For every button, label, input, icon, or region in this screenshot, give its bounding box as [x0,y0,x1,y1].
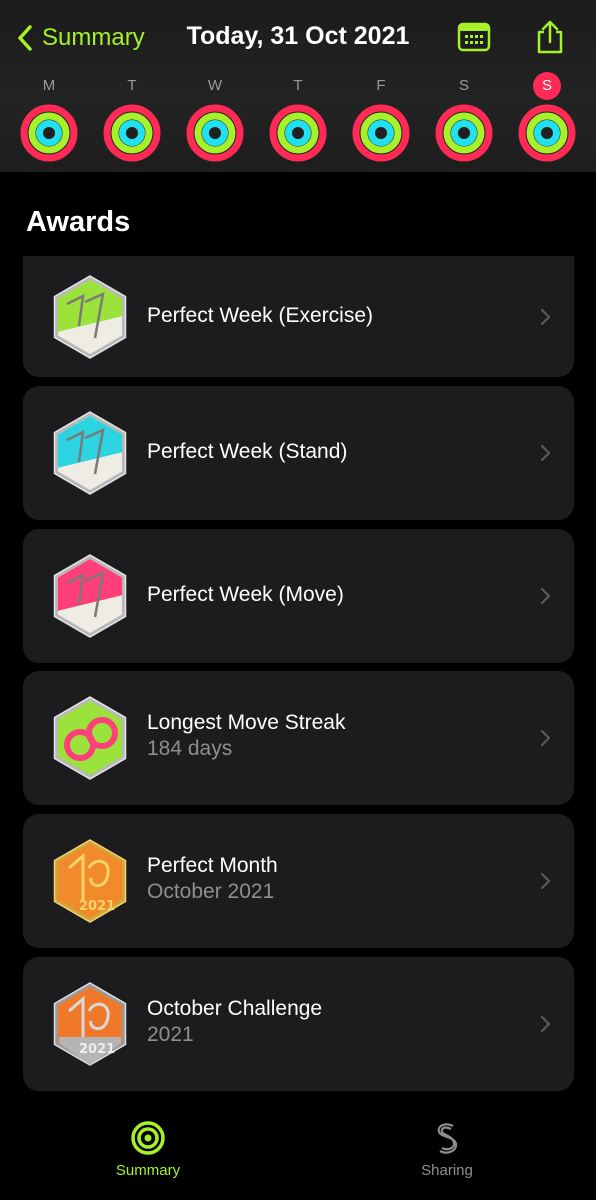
chevron-right-icon [540,1015,551,1033]
tab-sharing[interactable]: Sharing [387,1120,507,1179]
activity-ring-day-3[interactable] [269,104,327,162]
tab-bar: Summary Sharing [0,1100,596,1200]
weekday-3[interactable]: T [283,72,313,100]
activity-rings-row [0,104,596,164]
award-name: Perfect Week (Stand) [147,440,348,463]
tab-summary[interactable]: Summary [88,1120,208,1179]
header: Summary Today, 31 Oct 2021 MTWTFSS [0,0,596,172]
svg-text:2021: 2021 [79,1042,115,1057]
calendar-button[interactable] [454,18,494,56]
activity-ring-day-0[interactable] [20,104,78,162]
award-card[interactable]: 2021 October Challenge 2021 [23,957,574,1091]
longest-move-streak-badge-icon [53,696,127,780]
weekday-0[interactable]: M [34,72,64,100]
share-button[interactable] [530,18,570,56]
award-subtitle: October 2021 [147,880,275,903]
award-name: Perfect Month [147,854,278,877]
award-card[interactable]: Perfect Week (Exercise) [23,256,574,377]
chevron-right-icon [540,587,551,605]
award-subtitle: 184 days [147,737,233,760]
weekday-4[interactable]: F [366,72,396,100]
award-card[interactable]: Perfect Week (Move) [23,529,574,663]
perfect-week-exercise-badge-icon [53,274,127,359]
award-card[interactable]: Perfect Week (Stand) [23,386,574,520]
award-subtitle: 2021 [147,1023,194,1046]
perfect-month-badge-icon: 2021 [53,839,127,923]
award-card[interactable]: 2021 Perfect Month October 2021 [23,814,574,948]
award-card[interactable]: Longest Move Streak 184 days [23,671,574,805]
activity-ring-day-1[interactable] [103,104,161,162]
chevron-right-icon [540,308,551,325]
activity-ring-day-5[interactable] [435,104,493,162]
page-title: Today, 31 Oct 2021 [186,22,410,50]
activity-ring-day-4[interactable] [352,104,410,162]
weekday-5[interactable]: S [449,72,479,100]
weekday-6[interactable]: S [533,72,561,100]
weekday-2[interactable]: W [200,72,230,100]
sharing-icon [437,1123,458,1154]
chevron-right-icon [540,872,551,890]
weekday-row: MTWTFSS [0,72,596,102]
chevron-right-icon [540,729,551,747]
svg-text:2021: 2021 [79,899,115,914]
award-name: Perfect Week (Exercise) [147,303,374,327]
tab-summary-label: Summary [115,1162,181,1179]
chevron-right-icon [540,444,551,462]
award-name: Perfect Week (Move) [147,583,344,606]
calendar-icon [457,22,491,52]
award-name: Longest Move Streak [147,711,346,734]
share-icon [537,20,563,54]
award-name: October Challenge [147,997,323,1020]
activity-rings-icon [131,1121,165,1155]
activity-ring-day-2[interactable] [186,104,244,162]
perfect-week-stand-badge-icon [53,411,127,495]
perfect-week-move-badge-icon [53,554,127,638]
awards-title: Awards [26,206,131,238]
weekday-1[interactable]: T [117,72,147,100]
october-challenge-badge-icon: 2021 [53,982,127,1066]
tab-sharing-label: Sharing [421,1162,473,1179]
activity-ring-day-6[interactable] [518,104,576,162]
